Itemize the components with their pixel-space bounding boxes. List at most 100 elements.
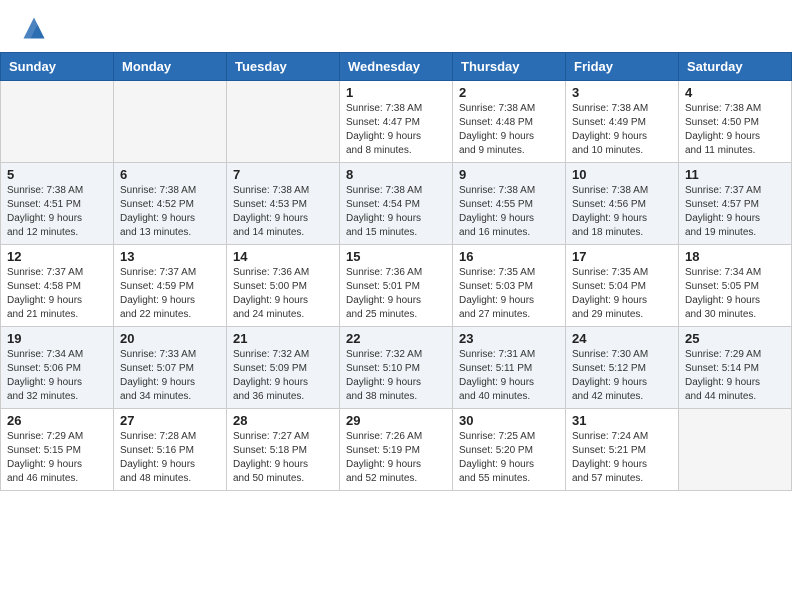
- calendar-cell: [114, 81, 227, 163]
- calendar-cell: 19 Sunrise: 7:34 AMSunset: 5:06 PMDayligh…: [1, 327, 114, 409]
- calendar-cell: 22 Sunrise: 7:32 AMSunset: 5:10 PMDayligh…: [340, 327, 453, 409]
- day-number: 30: [459, 413, 559, 428]
- calendar-week-row: 1Sunrise: 7:38 AMSunset: 4:47 PMDaylight…: [1, 81, 792, 163]
- day-info: Sunrise: 7:33 AMSunset: 5:07 PMDaylight:…: [120, 348, 220, 404]
- calendar-table: SundayMondayTuesdayWednesdayThursdayFrid…: [0, 52, 792, 491]
- day-info: Sunrise: 7:37 AMSunset: 4:57 PMDaylight:…: [685, 184, 785, 240]
- day-info: Sunrise: 7:38 AMSunset: 4:55 PMDaylight:…: [459, 184, 559, 240]
- day-number: 22: [346, 331, 446, 346]
- day-info: Sunrise: 7:31 AMSunset: 5:11 PMDaylight:…: [459, 348, 559, 404]
- day-number: 4: [685, 85, 785, 100]
- calendar-cell: 3 Sunrise: 7:38 AMSunset: 4:49 PMDaylight…: [566, 81, 679, 163]
- day-number: 16: [459, 249, 559, 264]
- calendar-cell: [227, 81, 340, 163]
- calendar-week-row: 19 Sunrise: 7:34 AMSunset: 5:06 PMDayligh…: [1, 327, 792, 409]
- day-info: Sunrise: 7:38 AMSunset: 4:51 PMDaylight:…: [7, 184, 107, 240]
- calendar-cell: 16 Sunrise: 7:35 AMSunset: 5:03 PMDayligh…: [453, 245, 566, 327]
- day-number: 15: [346, 249, 446, 264]
- page: SundayMondayTuesdayWednesdayThursdayFrid…: [0, 0, 792, 612]
- weekday-header-friday: Friday: [566, 53, 679, 81]
- day-number: 6: [120, 167, 220, 182]
- calendar-cell: 8 Sunrise: 7:38 AMSunset: 4:54 PMDaylight…: [340, 163, 453, 245]
- calendar-cell: 31 Sunrise: 7:24 AMSunset: 5:21 PMDayligh…: [566, 409, 679, 491]
- day-number: 27: [120, 413, 220, 428]
- day-info: Sunrise: 7:32 AMSunset: 5:10 PMDaylight:…: [346, 348, 446, 404]
- day-info: Sunrise: 7:37 AMSunset: 4:59 PMDaylight:…: [120, 266, 220, 322]
- day-info: Sunrise: 7:35 AMSunset: 5:03 PMDaylight:…: [459, 266, 559, 322]
- day-number: 19: [7, 331, 107, 346]
- calendar-cell: 12 Sunrise: 7:37 AMSunset: 4:58 PMDayligh…: [1, 245, 114, 327]
- weekday-header-tuesday: Tuesday: [227, 53, 340, 81]
- day-number: 9: [459, 167, 559, 182]
- day-info: Sunrise: 7:25 AMSunset: 5:20 PMDaylight:…: [459, 430, 559, 486]
- weekday-header-monday: Monday: [114, 53, 227, 81]
- day-number: 25: [685, 331, 785, 346]
- day-info: Sunrise: 7:34 AMSunset: 5:06 PMDaylight:…: [7, 348, 107, 404]
- day-number: 26: [7, 413, 107, 428]
- calendar-cell: 7 Sunrise: 7:38 AMSunset: 4:53 PMDaylight…: [227, 163, 340, 245]
- calendar-cell: 11Sunrise: 7:37 AMSunset: 4:57 PMDayligh…: [679, 163, 792, 245]
- calendar-cell: 29Sunrise: 7:26 AMSunset: 5:19 PMDayligh…: [340, 409, 453, 491]
- weekday-header-row: SundayMondayTuesdayWednesdayThursdayFrid…: [1, 53, 792, 81]
- calendar-cell: 21Sunrise: 7:32 AMSunset: 5:09 PMDayligh…: [227, 327, 340, 409]
- day-info: Sunrise: 7:27 AMSunset: 5:18 PMDaylight:…: [233, 430, 333, 486]
- day-number: 10: [572, 167, 672, 182]
- day-number: 14: [233, 249, 333, 264]
- day-info: Sunrise: 7:24 AMSunset: 5:21 PMDaylight:…: [572, 430, 672, 486]
- calendar-cell: 18Sunrise: 7:34 AMSunset: 5:05 PMDayligh…: [679, 245, 792, 327]
- calendar-week-row: 26 Sunrise: 7:29 AMSunset: 5:15 PMDayligh…: [1, 409, 792, 491]
- weekday-header-sunday: Sunday: [1, 53, 114, 81]
- calendar-cell: 28 Sunrise: 7:27 AMSunset: 5:18 PMDayligh…: [227, 409, 340, 491]
- day-info: Sunrise: 7:38 AMSunset: 4:53 PMDaylight:…: [233, 184, 333, 240]
- calendar-cell: 14 Sunrise: 7:36 AMSunset: 5:00 PMDayligh…: [227, 245, 340, 327]
- calendar-week-row: 12 Sunrise: 7:37 AMSunset: 4:58 PMDayligh…: [1, 245, 792, 327]
- day-info: Sunrise: 7:28 AMSunset: 5:16 PMDaylight:…: [120, 430, 220, 486]
- day-number: 18: [685, 249, 785, 264]
- day-info: Sunrise: 7:32 AMSunset: 5:09 PMDaylight:…: [233, 348, 333, 404]
- logo: [20, 14, 50, 42]
- day-number: 3: [572, 85, 672, 100]
- calendar-cell: 5 Sunrise: 7:38 AMSunset: 4:51 PMDaylight…: [1, 163, 114, 245]
- day-number: 1: [346, 85, 446, 100]
- day-info: Sunrise: 7:36 AMSunset: 5:00 PMDaylight:…: [233, 266, 333, 322]
- calendar-cell: [1, 81, 114, 163]
- day-number: 7: [233, 167, 333, 182]
- calendar-cell: 26 Sunrise: 7:29 AMSunset: 5:15 PMDayligh…: [1, 409, 114, 491]
- calendar-week-row: 5 Sunrise: 7:38 AMSunset: 4:51 PMDaylight…: [1, 163, 792, 245]
- calendar-cell: 23Sunrise: 7:31 AMSunset: 5:11 PMDayligh…: [453, 327, 566, 409]
- day-number: 28: [233, 413, 333, 428]
- weekday-header-wednesday: Wednesday: [340, 53, 453, 81]
- day-info: Sunrise: 7:38 AMSunset: 4:49 PMDaylight:…: [572, 102, 672, 158]
- calendar-cell: 1Sunrise: 7:38 AMSunset: 4:47 PMDaylight…: [340, 81, 453, 163]
- day-info: Sunrise: 7:38 AMSunset: 4:56 PMDaylight:…: [572, 184, 672, 240]
- day-info: Sunrise: 7:38 AMSunset: 4:54 PMDaylight:…: [346, 184, 446, 240]
- day-number: 31: [572, 413, 672, 428]
- calendar-cell: 17Sunrise: 7:35 AMSunset: 5:04 PMDayligh…: [566, 245, 679, 327]
- day-info: Sunrise: 7:30 AMSunset: 5:12 PMDaylight:…: [572, 348, 672, 404]
- day-number: 8: [346, 167, 446, 182]
- calendar-cell: [679, 409, 792, 491]
- calendar-cell: 6 Sunrise: 7:38 AMSunset: 4:52 PMDaylight…: [114, 163, 227, 245]
- logo-icon: [20, 14, 48, 42]
- calendar-cell: 9 Sunrise: 7:38 AMSunset: 4:55 PMDaylight…: [453, 163, 566, 245]
- calendar-cell: 30 Sunrise: 7:25 AMSunset: 5:20 PMDayligh…: [453, 409, 566, 491]
- day-info: Sunrise: 7:38 AMSunset: 4:48 PMDaylight:…: [459, 102, 559, 158]
- day-info: Sunrise: 7:29 AMSunset: 5:15 PMDaylight:…: [7, 430, 107, 486]
- day-info: Sunrise: 7:38 AMSunset: 4:52 PMDaylight:…: [120, 184, 220, 240]
- weekday-header-saturday: Saturday: [679, 53, 792, 81]
- calendar-cell: 20 Sunrise: 7:33 AMSunset: 5:07 PMDayligh…: [114, 327, 227, 409]
- day-number: 13: [120, 249, 220, 264]
- header: [0, 0, 792, 52]
- calendar-cell: 10 Sunrise: 7:38 AMSunset: 4:56 PMDayligh…: [566, 163, 679, 245]
- day-info: Sunrise: 7:29 AMSunset: 5:14 PMDaylight:…: [685, 348, 785, 404]
- day-number: 5: [7, 167, 107, 182]
- day-number: 20: [120, 331, 220, 346]
- day-number: 2: [459, 85, 559, 100]
- day-info: Sunrise: 7:37 AMSunset: 4:58 PMDaylight:…: [7, 266, 107, 322]
- day-info: Sunrise: 7:36 AMSunset: 5:01 PMDaylight:…: [346, 266, 446, 322]
- day-number: 12: [7, 249, 107, 264]
- weekday-header-thursday: Thursday: [453, 53, 566, 81]
- day-number: 29: [346, 413, 446, 428]
- calendar-cell: 13 Sunrise: 7:37 AMSunset: 4:59 PMDayligh…: [114, 245, 227, 327]
- calendar-cell: 25 Sunrise: 7:29 AMSunset: 5:14 PMDayligh…: [679, 327, 792, 409]
